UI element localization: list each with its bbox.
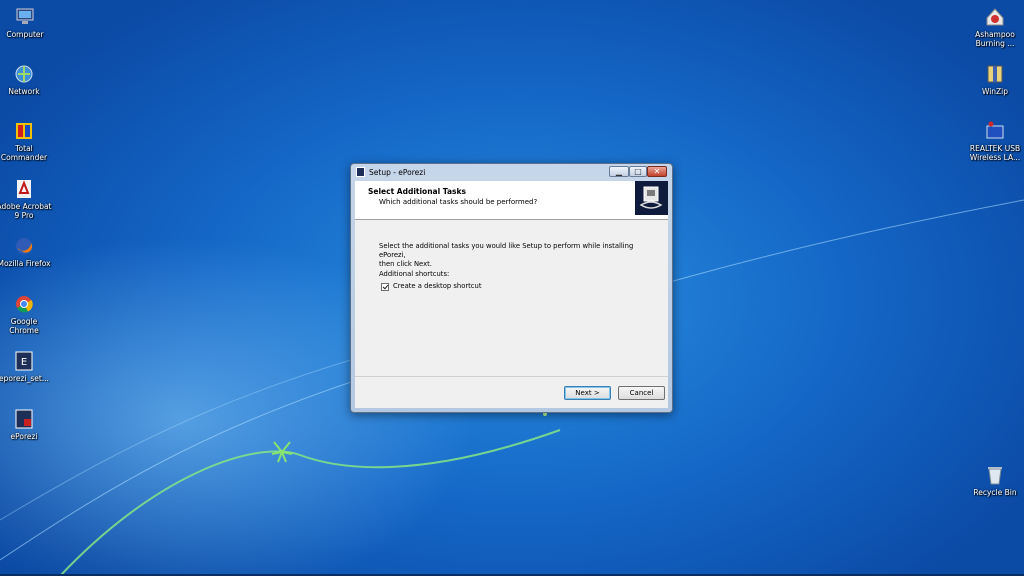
eporezi-setup-icon: E	[13, 350, 35, 372]
desktop-icon-label: ePorezi	[10, 432, 38, 441]
computer-icon	[14, 6, 36, 28]
realtek-icon	[984, 120, 1006, 142]
instructions-line-1: Select the additional tasks you would li…	[379, 242, 634, 259]
desktop-icon-label: WinZip	[981, 87, 1009, 96]
desktop-icon-realtek[interactable]: REALTEK USB Wireless LA...	[966, 120, 1024, 162]
desktop-shortcut-label[interactable]: Create a desktop shortcut	[393, 282, 482, 290]
desktop-icon-firefox[interactable]: Mozilla Firefox	[0, 235, 53, 268]
wizard-page-subtitle: Which additional tasks should be perform…	[379, 198, 538, 206]
winzip-icon	[984, 63, 1006, 85]
ashampoo-icon	[984, 6, 1006, 28]
desktop-icon-label: Recycle Bin	[973, 488, 1017, 497]
desktop-icon-label: eporezi_set...	[0, 374, 49, 383]
desktop-shortcut-checkbox[interactable]	[381, 283, 389, 291]
desktop-icon-label: Mozilla Firefox	[0, 259, 51, 268]
desktop-icon-computer[interactable]: Computer	[0, 6, 54, 39]
close-button[interactable]: ✕	[647, 166, 667, 177]
setup-app-icon	[356, 167, 365, 177]
desktop-icon-ashampoo[interactable]: Ashampoo Burning ...	[966, 6, 1024, 48]
desktop-icon-eporezi[interactable]: ePorezi	[0, 408, 53, 441]
svg-text:E: E	[21, 357, 27, 368]
desktop-icon-network[interactable]: Network	[0, 63, 53, 96]
desktop-icon-winzip[interactable]: WinZip	[966, 63, 1024, 96]
maximize-button[interactable]: □	[629, 166, 647, 177]
cancel-button[interactable]: Cancel	[618, 386, 665, 400]
desktop-icon-total-commander[interactable]: Total Commander	[0, 120, 53, 162]
setup-dialog: Setup - ePorezi ▁ □ ✕ Select Additional …	[350, 163, 673, 413]
additional-shortcuts-label: Additional shortcuts:	[379, 270, 450, 278]
desktop-icon-label: Network	[8, 87, 40, 96]
dialog-title: Setup - ePorezi	[369, 168, 426, 177]
desktop-icon-acrobat[interactable]: Adobe Acrobat 9 Pro	[0, 178, 53, 220]
desktop-icon-chrome[interactable]: Google Chrome	[0, 293, 53, 335]
eporezi-icon	[13, 408, 35, 430]
total-commander-icon	[13, 120, 35, 142]
wizard-page-title: Select Additional Tasks	[368, 187, 466, 196]
acrobat-icon	[13, 178, 35, 200]
network-icon	[13, 63, 35, 85]
wizard-header: Select Additional Tasks Which additional…	[355, 181, 668, 220]
footer-divider	[355, 376, 668, 377]
desktop-icon-label: Adobe Acrobat 9 Pro	[0, 202, 52, 220]
desktop-icon-label: Ashampoo Burning ...	[975, 30, 1015, 48]
firefox-icon	[13, 235, 35, 257]
desktop-icon-eporezi-setup[interactable]: E eporezi_set...	[0, 350, 53, 383]
desktop-icon-label: Google Chrome	[9, 317, 39, 335]
instructions-line-2: then click Next.	[379, 260, 432, 268]
dialog-titlebar[interactable]: Setup - ePorezi ▁ □ ✕	[351, 164, 672, 181]
desktop: Computer Network Total Commander Adobe A…	[0, 0, 1024, 576]
chrome-icon	[13, 293, 35, 315]
dialog-client: Select Additional Tasks Which additional…	[355, 181, 668, 408]
instructions-text: Select the additional tasks you would li…	[379, 242, 649, 269]
recycle-bin-icon	[984, 464, 1006, 486]
desktop-icon-label: Computer	[6, 30, 44, 39]
desktop-icon-label: Total Commander	[0, 144, 48, 162]
next-button[interactable]: Next >	[564, 386, 611, 400]
installer-logo-icon	[635, 181, 668, 215]
desktop-icon-label: REALTEK USB Wireless LA...	[969, 144, 1021, 162]
desktop-icon-recycle-bin[interactable]: Recycle Bin	[966, 464, 1024, 497]
minimize-button[interactable]: ▁	[609, 166, 629, 177]
